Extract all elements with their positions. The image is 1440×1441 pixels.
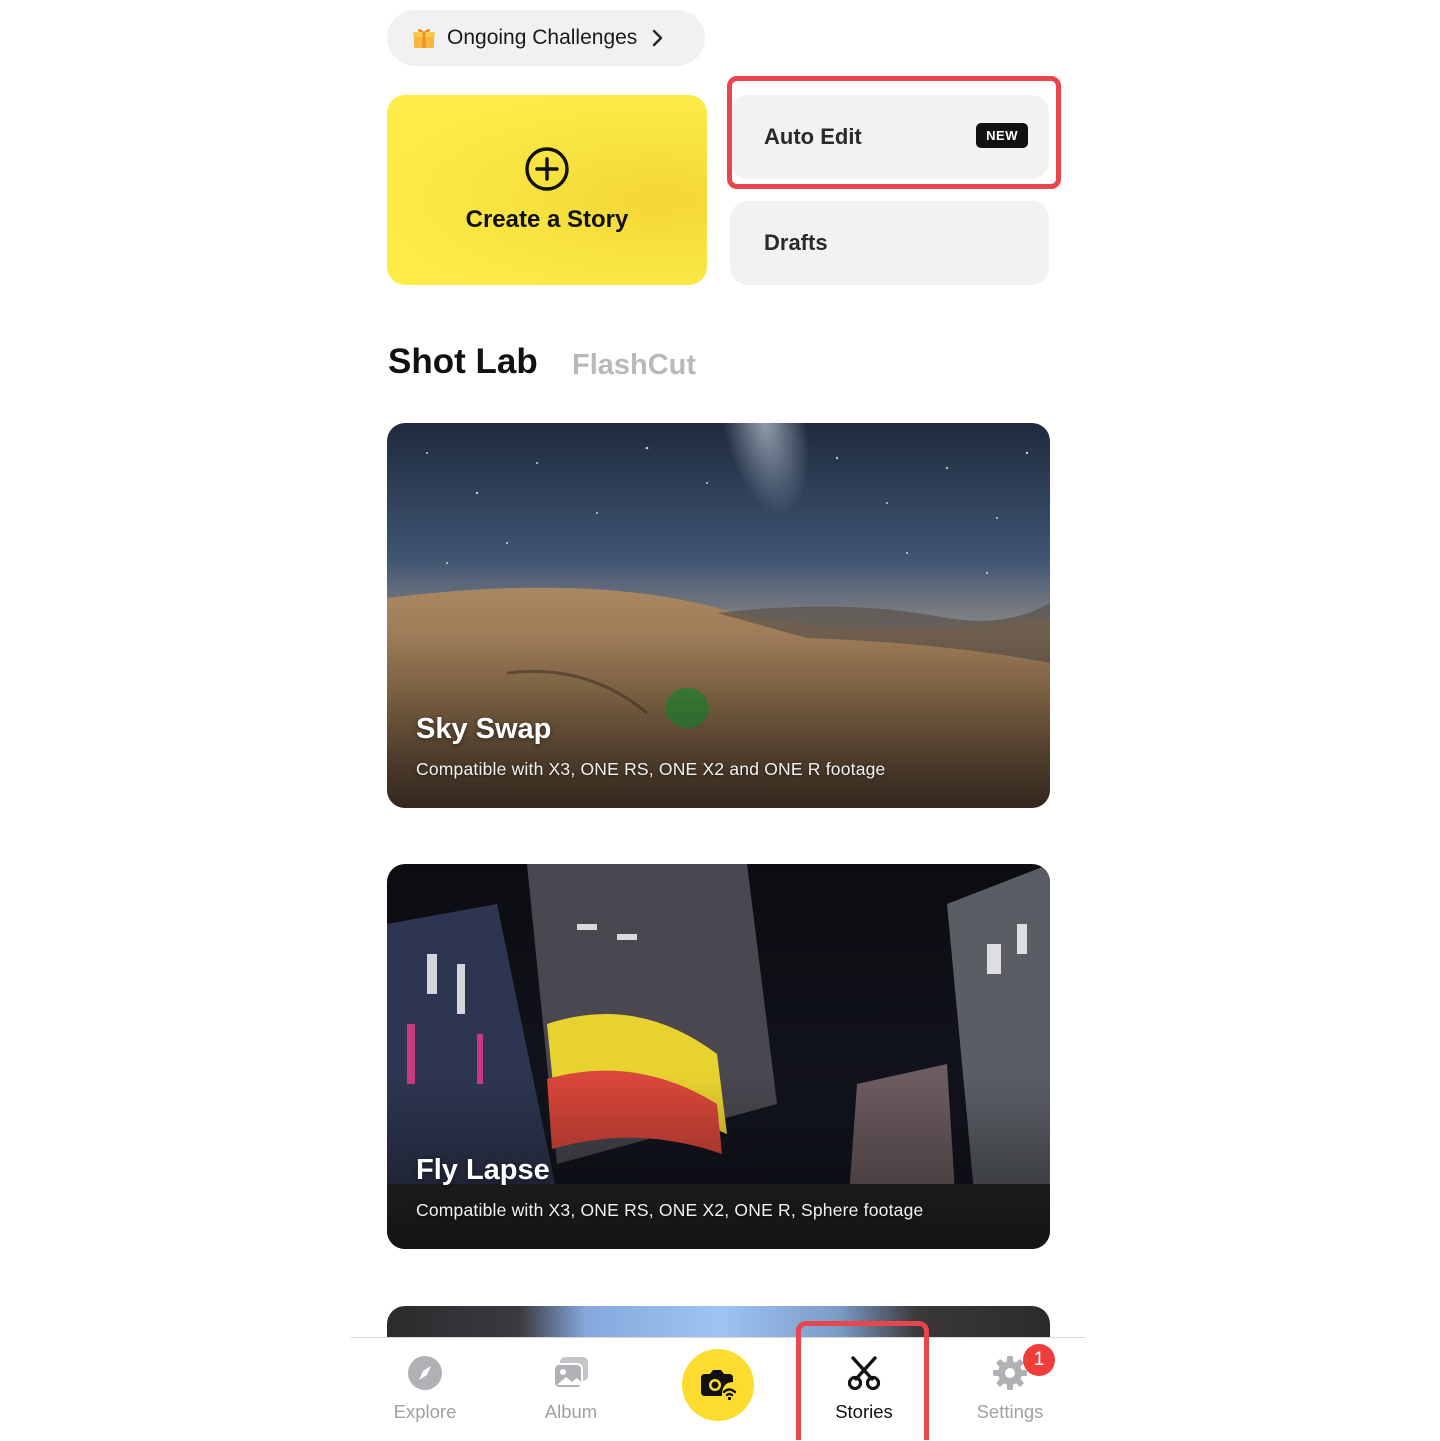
gift-icon xyxy=(413,28,435,48)
nav-explore-label: Explore xyxy=(393,1401,457,1422)
nav-album[interactable]: Album xyxy=(516,1338,626,1441)
sky-swap-image xyxy=(387,423,1050,808)
tab-shot-lab[interactable]: Shot Lab xyxy=(388,342,538,382)
fly-lapse-card[interactable]: Fly Lapse Compatible with X3, ONE RS, ON… xyxy=(387,864,1050,1249)
nav-explore[interactable]: Explore xyxy=(370,1338,480,1441)
nav-stories[interactable]: Stories xyxy=(809,1338,919,1441)
compass-icon xyxy=(408,1356,442,1390)
chevron-right-icon xyxy=(653,29,663,47)
tab-flashcut[interactable]: FlashCut xyxy=(572,349,696,382)
drafts-button[interactable]: Drafts xyxy=(730,201,1049,285)
plus-circle-icon xyxy=(525,147,569,191)
settings-notification-badge: 1 xyxy=(1023,1344,1055,1376)
sky-swap-subtitle: Compatible with X3, ONE RS, ONE X2 and O… xyxy=(416,759,886,779)
nav-album-label: Album xyxy=(544,1401,598,1422)
album-icon xyxy=(553,1357,588,1389)
camera-connect-button[interactable] xyxy=(682,1349,754,1421)
fly-lapse-image xyxy=(387,864,1050,1249)
fly-lapse-title: Fly Lapse xyxy=(416,1154,550,1186)
auto-edit-button[interactable]: Auto Edit NEW xyxy=(730,95,1049,179)
fly-lapse-subtitle: Compatible with X3, ONE RS, ONE X2, ONE … xyxy=(416,1200,924,1220)
sky-swap-card[interactable]: Sky Swap Compatible with X3, ONE RS, ONE… xyxy=(387,423,1050,808)
ongoing-challenges-label: Ongoing Challenges xyxy=(447,26,638,49)
auto-edit-label: Auto Edit xyxy=(764,124,862,149)
new-badge: NEW xyxy=(976,123,1028,148)
nav-settings-label: Settings xyxy=(976,1401,1044,1422)
ongoing-challenges-button[interactable]: Ongoing Challenges xyxy=(387,10,705,66)
drafts-label: Drafts xyxy=(764,230,828,255)
create-story-button[interactable]: Create a Story xyxy=(387,95,707,285)
nav-stories-label: Stories xyxy=(835,1401,893,1422)
scissors-icon xyxy=(847,1356,881,1391)
sky-swap-title: Sky Swap xyxy=(416,713,552,745)
create-story-label: Create a Story xyxy=(465,206,629,233)
bottom-nav: Explore Album Stories Settings 1 xyxy=(351,1337,1085,1441)
camera-wifi-icon xyxy=(701,1370,737,1401)
